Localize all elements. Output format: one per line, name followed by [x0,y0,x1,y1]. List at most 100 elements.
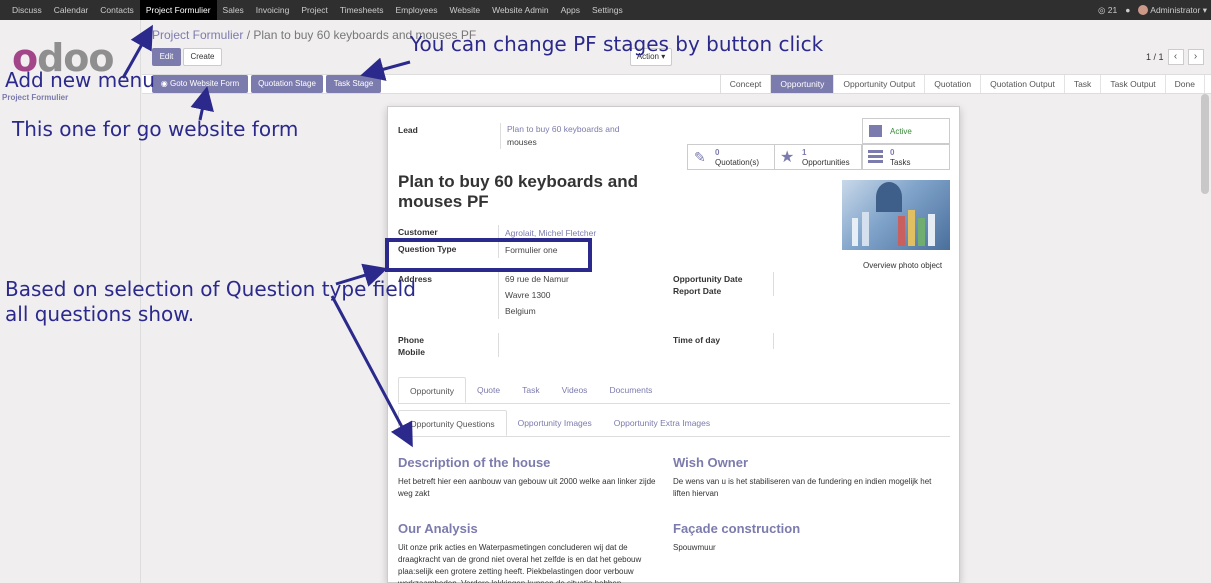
tab-quote[interactable]: Quote [466,377,511,403]
lead-field[interactable]: Plan to buy 60 keyboards and mouses [500,123,650,149]
topmenu-item-discuss[interactable]: Discuss [6,0,48,20]
topmenu-item-calendar[interactable]: Calendar [48,0,95,20]
goto-website-form-button[interactable]: ◉ Goto Website Form [152,75,248,93]
globe-icon: ◉ [160,79,168,88]
question-title-description: Description of the house [398,455,551,470]
address-line-3: Belgium [505,306,536,316]
tab-opportunity[interactable]: Opportunity [398,377,466,403]
subtab-opportunity-questions[interactable]: Opportunity Questions [398,410,507,436]
opportunities-label: Opportunities [802,158,850,167]
edit-button[interactable]: Edit [152,48,181,66]
sub-tabs: Opportunity Questions Opportunity Images O… [398,410,950,437]
stage-task-output[interactable]: Task Output [1101,75,1166,93]
tasks-icon [868,150,883,163]
edit-icon: ✎ [694,149,706,165]
lead-value-line-1: Plan to buy 60 keyboards and [507,124,620,134]
avatar [1138,5,1149,16]
topbar-right: ◎ 21 ● Administrator ▾ [1098,0,1207,20]
stage-done[interactable]: Done [1165,75,1205,93]
time-of-day-field[interactable] [773,333,873,349]
tasks-label: Tasks [890,158,911,167]
phone-label: Phone [398,335,424,345]
phone-field[interactable] [498,333,598,357]
breadcrumb-separator: / [246,28,251,42]
sidebar-item-project-formulier[interactable]: Project Formulier [2,93,68,102]
task-stage-button[interactable]: Task Stage [326,75,381,93]
app-menu: Discuss Calendar Contacts Project Formulier… [0,0,629,20]
report-date-label: Report Date [673,286,722,296]
annotation-website-form: This one for go website form [12,117,299,141]
subtab-opportunity-extra-images[interactable]: Opportunity Extra Images [603,410,721,436]
stage-quotation-output[interactable]: Quotation Output [981,75,1065,93]
photo-caption: Overview photo object [863,261,943,270]
user-menu[interactable]: Administrator ▾ [1138,5,1207,16]
opportunities-count: 1 [802,148,807,157]
topmenu-item-settings[interactable]: Settings [586,0,629,20]
stage-quotation[interactable]: Quotation [925,75,982,93]
annotation-new-menu: Add new menu [5,68,155,92]
question-text-description: Het betreft hier een aanbouw van gebouw … [398,477,656,498]
quotations-label: Quotation(s) [715,158,760,167]
quotation-stage-button[interactable]: Quotation Stage [251,75,323,93]
stage-opportunity[interactable]: Opportunity [771,75,835,93]
tasks-count: 0 [890,148,895,157]
topmenu-item-project[interactable]: Project [295,0,333,20]
topmenu-item-timesheets[interactable]: Timesheets [334,0,390,20]
topmenu-item-website-admin[interactable]: Website Admin [486,0,555,20]
overview-photo [842,180,950,250]
question-text-facade: Spouwmuur [673,543,716,552]
tab-documents[interactable]: Documents [598,377,663,403]
quotations-smart-button[interactable]: ✎ 0 Quotation(s) [687,144,775,170]
topmenu-item-contacts[interactable]: Contacts [94,0,140,20]
mobile-label: Mobile [398,347,425,357]
chat-icon[interactable]: ● [1125,5,1130,15]
address-field[interactable]: 69 rue de Namur Wavre 1300 Belgium [498,271,648,319]
quotations-count: 0 [715,148,720,157]
customer-label: Customer [398,227,438,237]
topmenu-item-invoicing[interactable]: Invoicing [250,0,296,20]
stage-concept[interactable]: Concept [720,75,772,93]
top-navbar: Discuss Calendar Contacts Project Formulier… [0,0,1211,20]
tab-task[interactable]: Task [511,377,550,403]
opportunity-date-field[interactable] [773,272,873,296]
annotation-question-type-line-1: Based on selection of Question type fiel… [5,277,416,301]
annotation-question-type: Based on selection of Question type fiel… [5,277,416,327]
topmenu-item-project-formulier[interactable]: Project Formulier [139,0,217,20]
address-line-2: Wavre 1300 [505,290,551,300]
address-line-1: 69 rue de Namur [505,274,569,284]
topmenu-item-sales[interactable]: Sales [217,0,250,20]
pager-next-button[interactable]: › [1187,49,1204,65]
time-of-day-label: Time of day [673,335,721,345]
tasks-smart-button[interactable]: 0 Tasks [862,144,950,170]
question-text-analysis: Uit onze prik acties en Waterpasmetingen… [398,543,642,583]
topmenu-item-apps[interactable]: Apps [555,0,586,20]
create-button[interactable]: Create [183,48,222,66]
main-tabs: Opportunity Quote Task Videos Documents [398,377,950,404]
tab-videos[interactable]: Videos [551,377,599,403]
opportunity-date-label: Opportunity Date [673,274,743,284]
pager-previous-button[interactable]: ‹ [1167,49,1184,65]
breadcrumb-root[interactable]: Project Formulier [152,28,243,42]
subtab-opportunity-images[interactable]: Opportunity Images [507,410,603,436]
opportunities-smart-button[interactable]: ★ 1 Opportunities [774,144,862,170]
stage-task[interactable]: Task [1064,75,1102,93]
stage-opportunity-output[interactable]: Opportunity Output [834,75,926,93]
arrow-to-task-stage [360,57,411,81]
question-title-analysis: Our Analysis [398,521,478,536]
scrollbar[interactable] [1201,94,1209,194]
question-type-highlight-box [385,238,592,272]
form-sheet: Lead Plan to buy 60 keyboards and mouses… [387,106,960,583]
customer-value: Agrolait, Michel Fletcher [505,228,597,238]
active-label: Active [890,127,912,136]
pager: 1 / 1 ‹ › [1146,49,1204,65]
topmenu-item-website[interactable]: Website [444,0,487,20]
pager-value: 1 / 1 [1146,52,1164,62]
arrow-to-website-form [190,86,214,121]
question-title-facade: Façade construction [673,521,801,536]
active-toggle-button[interactable]: Active [862,118,950,144]
goto-website-form-label: Goto Website Form [170,79,240,88]
stage-pipeline: Concept Opportunity Opportunity Output Quot… [719,75,1205,93]
topmenu-item-employees[interactable]: Employees [389,0,443,20]
question-title-wish-owner: Wish Owner [673,455,749,470]
notification-icon[interactable]: ◎ 21 [1098,5,1117,16]
